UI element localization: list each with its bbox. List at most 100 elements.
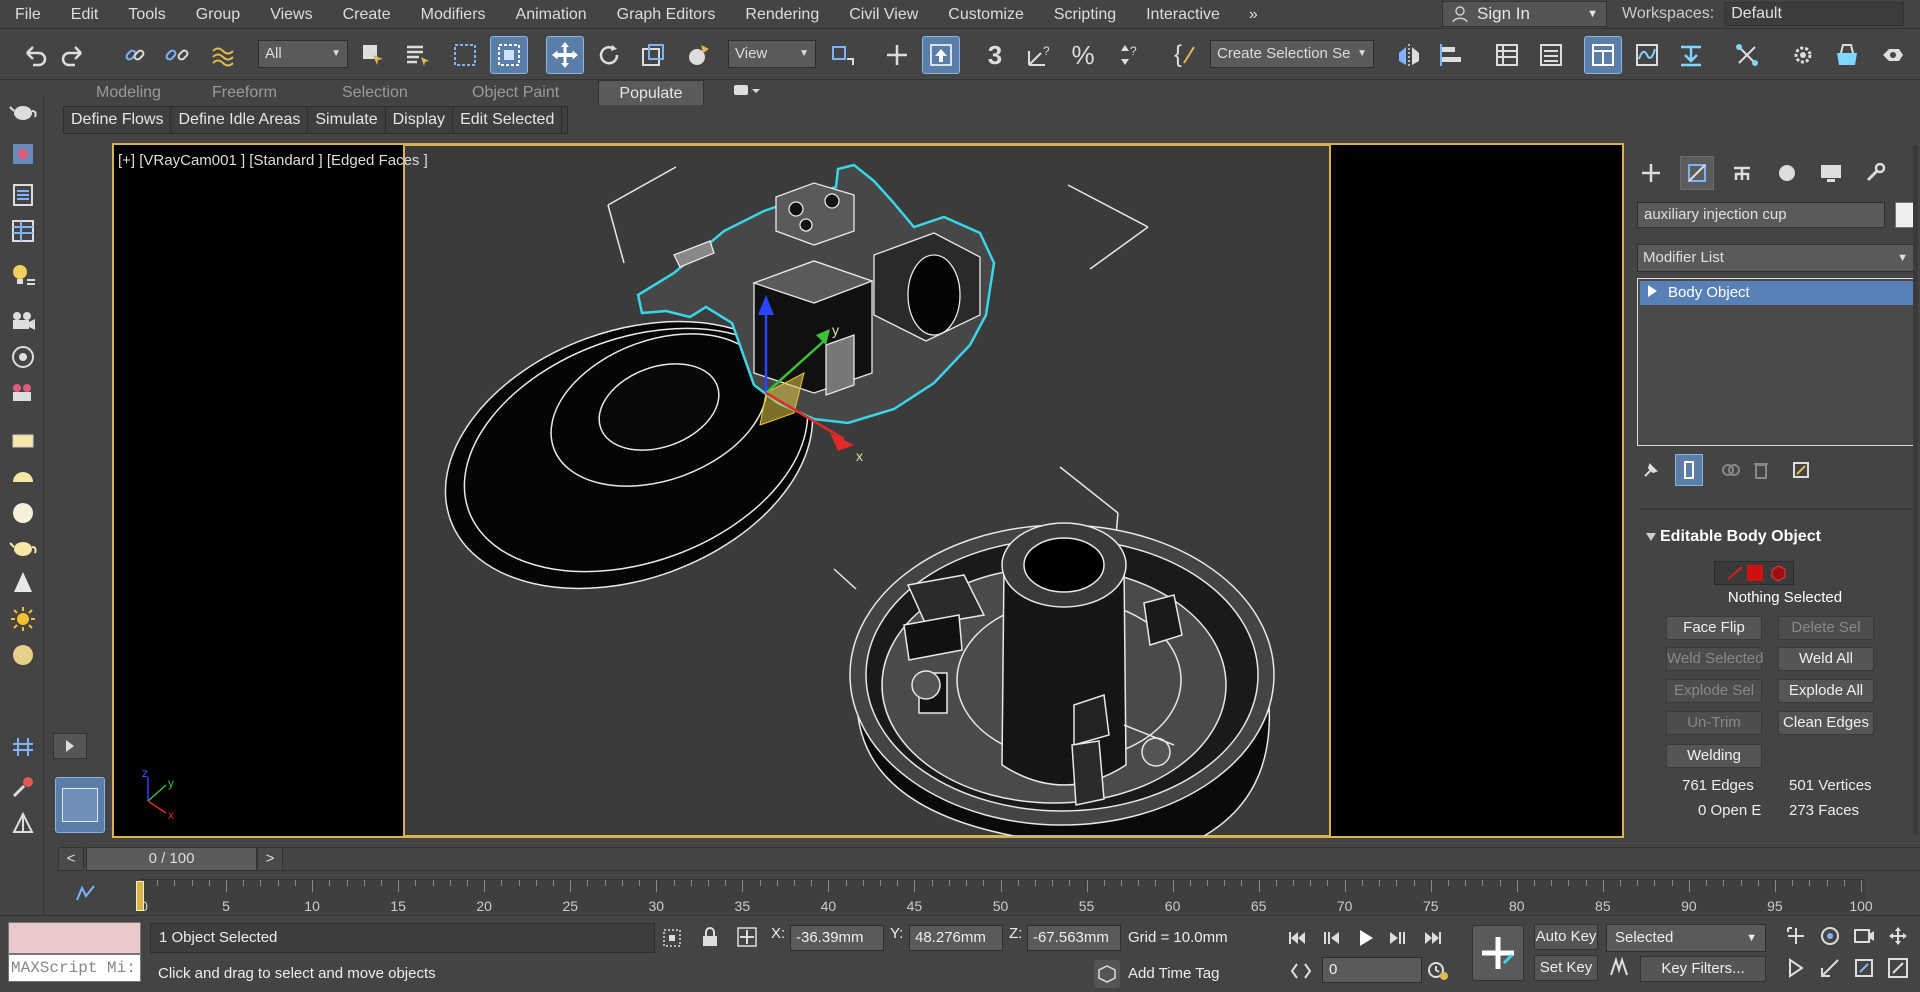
redo-icon[interactable] xyxy=(54,36,92,74)
key-filter-set-dropdown[interactable]: Selected ▼ xyxy=(1606,924,1766,952)
reference-coordinate-dropdown[interactable]: View ▼ xyxy=(728,40,816,68)
menu-graph-editors[interactable]: Graph Editors xyxy=(602,0,731,29)
x-coordinate-field[interactable]: -36.39mm xyxy=(790,925,884,951)
light-bulb-icon[interactable] xyxy=(7,259,39,291)
utilities-tab-icon[interactable] xyxy=(1858,156,1892,190)
select-and-move-icon[interactable] xyxy=(546,36,584,74)
environment-sphere-icon[interactable] xyxy=(7,639,39,671)
tab-selection[interactable]: Selection xyxy=(342,80,432,105)
key-mode-icon[interactable] xyxy=(1608,956,1632,984)
rectangular-selection-icon[interactable] xyxy=(446,36,484,74)
named-selection-set-dropdown[interactable]: Create Selection Se ▼ xyxy=(1210,40,1374,68)
time-slider-track[interactable] xyxy=(283,847,1920,871)
select-and-scale-icon[interactable] xyxy=(634,36,672,74)
select-object-icon[interactable] xyxy=(354,36,392,74)
menu-scripting[interactable]: Scripting xyxy=(1039,0,1131,29)
weld-all-button[interactable]: Weld All xyxy=(1778,647,1874,671)
edit-named-selection-icon[interactable]: { xyxy=(1166,36,1204,74)
link-icon[interactable] xyxy=(116,36,154,74)
weld-selected-button[interactable]: Weld Selected xyxy=(1666,647,1763,671)
rendered-frame-window-icon[interactable] xyxy=(1828,36,1866,74)
modifier-stack[interactable]: Body Object xyxy=(1637,278,1917,446)
grid-view-icon[interactable] xyxy=(7,215,39,247)
selection-lock-icon[interactable] xyxy=(700,926,722,950)
ik-chain-icon[interactable] xyxy=(7,807,39,839)
go-to-start-icon[interactable] xyxy=(1285,926,1309,950)
selection-filter-dropdown[interactable]: All ▼ xyxy=(258,40,348,68)
bind-space-warp-icon[interactable] xyxy=(204,36,242,74)
trackbar[interactable]: 0 5 10 15 20 25 30 35 40 45 50 55 60 65 70 75 80 85 90 95 10… xyxy=(140,879,1873,914)
play-icon[interactable] xyxy=(1354,926,1378,950)
stack-item-body-object[interactable]: Body Object xyxy=(1640,281,1914,305)
command-panel-scrollbar[interactable] xyxy=(1913,145,1918,835)
pan-view-icon[interactable] xyxy=(1886,924,1912,950)
workspaces-dropdown[interactable]: Default xyxy=(1724,2,1905,26)
teapot-material-icon[interactable] xyxy=(7,531,39,563)
camera-icon[interactable] xyxy=(7,305,39,337)
display-button[interactable]: Display xyxy=(386,107,454,133)
current-frame-field[interactable]: 0 xyxy=(1322,957,1422,983)
explode-sel-button[interactable]: Explode Sel xyxy=(1666,679,1762,703)
list-view-icon[interactable] xyxy=(7,179,39,211)
menu-civil-view[interactable]: Civil View xyxy=(834,0,933,29)
face-flip-button[interactable]: Face Flip xyxy=(1666,616,1762,640)
un-trim-button[interactable]: Un-Trim xyxy=(1666,711,1762,735)
show-end-result-icon[interactable] xyxy=(1675,454,1703,486)
menu-modifiers[interactable]: Modifiers xyxy=(406,0,501,29)
select-and-place-icon[interactable] xyxy=(680,36,718,74)
next-frame-icon[interactable] xyxy=(1386,926,1410,950)
key-filters-button[interactable]: Key Filters... xyxy=(1640,956,1766,982)
isolate-selection-icon[interactable] xyxy=(660,926,686,950)
key-mode-toggle-icon[interactable] xyxy=(1290,960,1314,984)
sign-in-dropdown[interactable]: Sign In ▼ xyxy=(1442,1,1607,27)
welding-button[interactable]: Welding xyxy=(1666,744,1762,768)
animation-camera-icon[interactable] xyxy=(7,377,39,409)
spinner-snap-icon[interactable]: ? xyxy=(1108,36,1146,74)
viewport-layout-tab[interactable] xyxy=(55,777,105,833)
teapot-icon[interactable] xyxy=(7,95,39,127)
zoom-all-icon[interactable] xyxy=(1818,956,1844,982)
material-editor-icon[interactable] xyxy=(1728,36,1766,74)
edge-selection-icon[interactable] xyxy=(1725,564,1745,582)
undo-icon[interactable] xyxy=(16,36,54,74)
time-slider-prev-button[interactable]: < xyxy=(58,847,84,871)
object-name-field[interactable]: auxiliary injection cup xyxy=(1637,202,1885,228)
sphere-icon[interactable] xyxy=(7,497,39,529)
tab-modeling[interactable]: Modeling xyxy=(96,80,192,105)
edit-selected-button[interactable]: Edit Selected xyxy=(453,107,563,133)
tab-populate[interactable]: Populate xyxy=(598,80,704,105)
paint-brush-icon[interactable] xyxy=(7,771,39,803)
menu-file[interactable]: File xyxy=(0,0,56,29)
motion-tab-icon[interactable] xyxy=(1770,156,1804,190)
walk-through-icon[interactable] xyxy=(1784,956,1810,982)
helper-icon[interactable] xyxy=(7,341,39,373)
menu-customize[interactable]: Customize xyxy=(933,0,1039,29)
perspective-viewport[interactable]: y x z y x xyxy=(112,143,1624,838)
expand-triangle-icon[interactable] xyxy=(1648,285,1657,297)
render-setup-icon[interactable] xyxy=(1784,36,1822,74)
previous-frame-icon[interactable] xyxy=(1319,926,1343,950)
zoom-extents-icon[interactable] xyxy=(1784,924,1810,950)
angle-snap-icon[interactable]: ? xyxy=(1020,36,1058,74)
curve-editor-icon[interactable] xyxy=(1628,36,1666,74)
z-coordinate-field[interactable]: -67.563mm xyxy=(1027,925,1121,951)
keyboard-shortcut-override-icon[interactable] xyxy=(922,36,960,74)
explode-all-button[interactable]: Explode All xyxy=(1778,679,1874,703)
sun-positioner-icon[interactable] xyxy=(7,731,39,763)
remove-modifier-icon[interactable] xyxy=(1747,454,1775,486)
pin-stack-icon[interactable] xyxy=(1637,454,1665,486)
percent-snap-icon[interactable]: % xyxy=(1064,36,1102,74)
add-time-tag[interactable]: Add Time Tag xyxy=(1093,960,1293,988)
menu-edit[interactable]: Edit xyxy=(56,0,114,29)
auto-key-button[interactable]: Auto Key xyxy=(1534,924,1598,950)
viewport-image-icon[interactable] xyxy=(7,138,39,170)
ribbon-options-icon[interactable] xyxy=(732,80,772,105)
modifier-list-dropdown[interactable]: Modifier List ▼ xyxy=(1637,244,1917,272)
cone-icon[interactable] xyxy=(7,567,39,599)
maxscript-mini-listener[interactable]: MAXScript Mi: xyxy=(8,954,141,982)
orbit-icon[interactable] xyxy=(1818,924,1844,950)
select-by-name-icon[interactable] xyxy=(398,36,436,74)
curve-editor-mini-icon[interactable] xyxy=(74,882,104,908)
menu-views[interactable]: Views xyxy=(255,0,327,29)
layer-explorer-icon[interactable] xyxy=(1532,36,1570,74)
